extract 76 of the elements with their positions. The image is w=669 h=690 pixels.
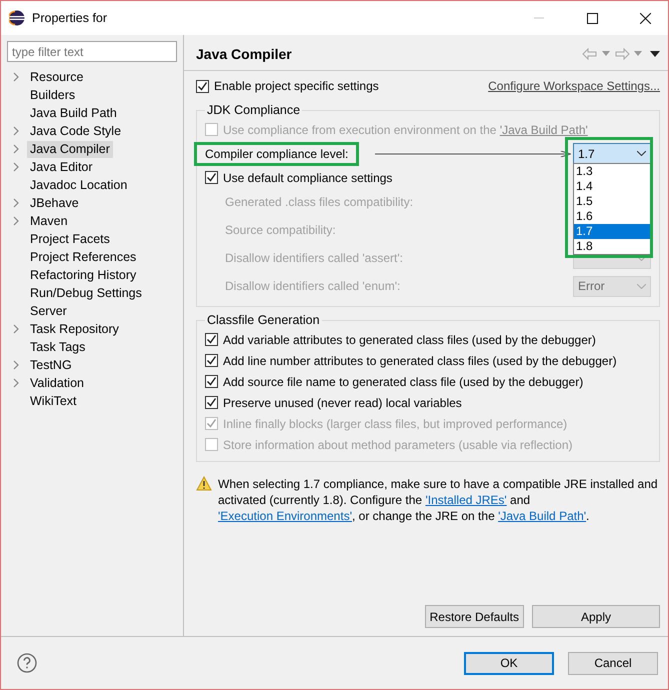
caret-icon (637, 284, 646, 288)
settings-link[interactable]: 'Java Build Path' (498, 509, 586, 523)
checkbox-label: Store information about method parameters (usable via reflection) (223, 438, 573, 452)
checkbox[interactable] (196, 80, 209, 92)
page-button[interactable]: Restore Defaults (424, 605, 524, 628)
checkbox-label: Enable project specific settings (214, 79, 379, 93)
tree-item[interactable]: Java Build Path (27, 104, 120, 122)
caret-icon (637, 151, 646, 156)
maximize-icon[interactable] (586, 12, 598, 24)
tree-item[interactable]: Resource (27, 68, 86, 86)
checkbox-label: Use default compliance settings (223, 170, 392, 184)
dropdown-option[interactable]: 1.6 (574, 209, 650, 224)
tree-item[interactable]: WikiText (27, 392, 80, 410)
page-button[interactable]: Apply (532, 605, 660, 628)
back-icon[interactable] (582, 48, 598, 60)
checkbox[interactable] (205, 333, 218, 346)
dropdown-option[interactable]: 1.8 (574, 239, 650, 254)
menu-icon[interactable] (650, 50, 660, 56)
tree-item[interactable]: Project References (27, 248, 140, 266)
chevron-icon[interactable] (11, 324, 21, 334)
dropdown-option[interactable]: 1.5 (574, 194, 650, 209)
checkbox-label: Add source file name to generated class file (used by the debugger) (223, 374, 584, 388)
tree-item[interactable]: Project Facets (27, 230, 113, 248)
filter-field[interactable]: type filter text (7, 41, 177, 62)
checkbox-label: Preserve unused (never read) local variables (223, 396, 462, 410)
tree-item[interactable]: Javadoc Location (27, 176, 130, 194)
app-icon (9, 10, 25, 26)
settings-link[interactable]: 'Execution Environments' (218, 509, 352, 523)
settings-link[interactable]: 'Installed JREs' (425, 493, 507, 507)
checkbox[interactable] (205, 375, 218, 388)
checkbox[interactable] (205, 171, 218, 184)
tree-item[interactable]: Java Compiler (27, 140, 113, 158)
forward-icon[interactable] (614, 48, 630, 60)
window-title: Properties for (32, 11, 108, 25)
warning-icon (196, 476, 212, 491)
checkbox-label: Add variable attributes to generated class files (used by the debugger) (223, 332, 596, 346)
tree-item[interactable]: Java Editor (27, 158, 96, 176)
tree-item[interactable]: Refactoring History (27, 266, 140, 284)
tree-item[interactable]: Maven (27, 212, 71, 230)
dropdown-option[interactable]: 1.4 (574, 179, 650, 194)
dropdown-option[interactable]: 1.3 (574, 164, 650, 179)
tree-item[interactable]: Task Tags (27, 338, 88, 356)
checkbox-label: Add line number attributes to generated class files (used by the debugger) (223, 354, 617, 368)
tree-item[interactable]: Builders (27, 86, 78, 104)
tree-item[interactable]: Task Repository (27, 320, 122, 338)
page-title: Java Compiler (196, 46, 292, 62)
tree-item[interactable]: Run/Debug Settings (27, 284, 145, 302)
field-label: Generated .class files compatibility: (225, 195, 414, 209)
tree-item[interactable]: JBehave (27, 194, 82, 212)
tree-item[interactable]: Java Code Style (27, 122, 124, 140)
checkbox[interactable] (205, 396, 218, 409)
close-icon[interactable] (640, 12, 650, 24)
checkbox[interactable] (205, 354, 218, 367)
group-title: JDK Compliance (206, 103, 302, 117)
configure-link[interactable]: Configure Workspace Settings... (488, 79, 660, 93)
field-label: Disallow identifiers called 'assert': (225, 251, 403, 265)
checkbox-label: Inline finally blocks (larger class files, but improved performance) (223, 416, 568, 430)
help-icon[interactable] (17, 653, 37, 673)
tree-item[interactable]: TestNG (27, 356, 75, 374)
dialog-button[interactable]: Cancel (568, 652, 658, 674)
checkbox-label: Use compliance from execution environment on the 'Java Build Path' (223, 122, 588, 136)
tree-item[interactable]: Validation (27, 374, 87, 392)
field-label: Compiler compliance level: (205, 146, 348, 160)
dropdown-icon[interactable] (634, 51, 642, 56)
warning-message: When selecting 1.7 compliance, make sure to have a compatible JRE installed and activated (currently 1.8). Configure the 'Installed JREs' and 'Execution Environments', or change the JRE on the 'Java Build Path'. (218, 476, 659, 524)
compliance-dropdown[interactable]: 1.7 (573, 143, 651, 164)
dropdown-option[interactable]: 1.7 (574, 224, 650, 239)
chevron-icon[interactable] (11, 72, 21, 82)
field-label: Disallow identifiers called 'enum': (225, 279, 400, 293)
tree-item[interactable]: Server (27, 302, 70, 320)
caret-icon (637, 256, 646, 260)
dialog-button[interactable]: OK (464, 652, 554, 674)
dropdown-icon[interactable] (602, 51, 610, 56)
field-label: Source compatibility: (225, 223, 336, 237)
group-title: Classfile Generation (206, 313, 321, 327)
minimize-icon[interactable] (534, 17, 544, 19)
